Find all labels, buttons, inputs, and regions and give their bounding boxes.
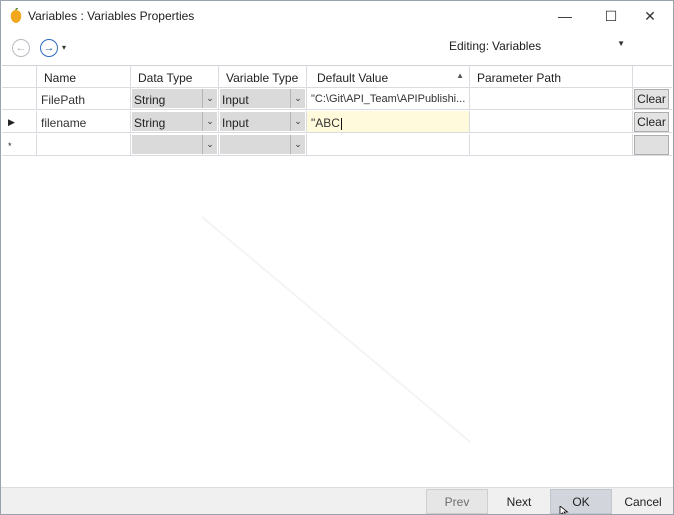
- chevron-down-icon[interactable]: ⌄: [202, 89, 217, 108]
- text-caret: [340, 117, 342, 130]
- default-value-text: "ABC: [311, 116, 340, 130]
- new-row[interactable]: * ⌄ ⌄: [2, 134, 672, 157]
- prev-button[interactable]: Prev: [426, 489, 488, 514]
- row-selector[interactable]: ▶: [2, 111, 37, 133]
- chevron-down-icon[interactable]: ▾: [62, 43, 66, 52]
- chevron-down-icon[interactable]: ⌄: [290, 112, 305, 131]
- current-row-arrow-icon: ▶: [8, 117, 15, 127]
- default-value-cell[interactable]: [307, 134, 470, 156]
- new-row-asterisk-icon: *: [8, 141, 12, 151]
- header-variable-type[interactable]: Variable Type: [219, 66, 307, 88]
- parameter-path-cell[interactable]: [470, 88, 633, 110]
- background-watermark: [201, 216, 471, 443]
- data-type-combo[interactable]: String ⌄: [131, 111, 219, 133]
- data-type-combo[interactable]: String ⌄: [131, 88, 219, 110]
- parameter-path-cell[interactable]: [470, 111, 633, 133]
- minimize-button[interactable]: —: [542, 1, 588, 31]
- header-clear: [633, 66, 672, 88]
- app-logo-icon: [10, 8, 22, 23]
- row-selector[interactable]: [2, 88, 37, 110]
- clear-cell: [633, 134, 672, 156]
- default-value-cell[interactable]: "C:\Git\API_Team\APIPublishi...: [307, 88, 470, 110]
- header-selector-cell: [2, 66, 37, 88]
- variable-type-combo[interactable]: ⌄: [219, 134, 307, 156]
- header-parameter-path[interactable]: Parameter Path: [470, 66, 633, 88]
- variables-properties-window: Variables : Variables Properties — ☐ ✕ ←…: [0, 0, 674, 515]
- clear-cell: Clear: [633, 111, 672, 133]
- header-name[interactable]: Name: [37, 66, 131, 88]
- mouse-pointer-icon: [559, 506, 569, 514]
- window-title: Variables : Variables Properties: [28, 9, 195, 23]
- name-cell[interactable]: FilePath: [37, 88, 131, 110]
- parameter-path-cell[interactable]: [470, 134, 633, 156]
- clear-button[interactable]: Clear: [634, 112, 669, 132]
- chevron-down-icon[interactable]: ⌄: [290, 135, 305, 154]
- next-button[interactable]: Next: [488, 489, 550, 514]
- chevron-down-icon: ▼: [617, 39, 625, 48]
- table-row[interactable]: FilePath String ⌄ Input ⌄ "C:\Git\API_Team…: [2, 88, 672, 111]
- row-selector[interactable]: *: [2, 134, 37, 156]
- back-arrow-icon[interactable]: ←: [12, 39, 30, 57]
- editing-select[interactable]: Variables ▼: [489, 36, 629, 54]
- forward-arrow-icon[interactable]: →: [40, 39, 58, 57]
- grid-header-row: Name Data Type Variable Type Default Val…: [2, 66, 672, 89]
- toolbar: ← → ▾ Editing: Variables ▼: [1, 31, 673, 64]
- clear-cell: Clear: [633, 88, 672, 110]
- sort-ascending-icon: ▲: [456, 71, 464, 80]
- close-button[interactable]: ✕: [627, 1, 673, 31]
- data-type-combo[interactable]: ⌄: [131, 134, 219, 156]
- table-row[interactable]: ▶ filename String ⌄ Input ⌄ "ABC Clear: [2, 111, 672, 134]
- cancel-button[interactable]: Cancel: [612, 489, 673, 514]
- variables-grid: Name Data Type Variable Type Default Val…: [2, 65, 672, 487]
- header-data-type[interactable]: Data Type: [131, 66, 219, 88]
- chevron-down-icon[interactable]: ⌄: [290, 89, 305, 108]
- default-value-editor[interactable]: "ABC: [307, 111, 470, 133]
- name-cell[interactable]: [37, 134, 131, 156]
- variable-type-combo[interactable]: Input ⌄: [219, 111, 307, 133]
- title-bar: Variables : Variables Properties — ☐ ✕: [1, 1, 673, 31]
- name-cell[interactable]: filename: [37, 111, 131, 133]
- header-default-value[interactable]: Default Value ▲: [307, 66, 470, 88]
- editing-select-value: Variables: [492, 39, 542, 53]
- variable-type-combo[interactable]: Input ⌄: [219, 88, 307, 110]
- editing-label: Editing:: [449, 39, 490, 53]
- clear-button[interactable]: [634, 135, 669, 155]
- button-bar: Prev Next OK Cancel: [1, 487, 673, 514]
- chevron-down-icon[interactable]: ⌄: [202, 112, 217, 131]
- clear-button[interactable]: Clear: [634, 89, 669, 109]
- chevron-down-icon[interactable]: ⌄: [202, 135, 217, 154]
